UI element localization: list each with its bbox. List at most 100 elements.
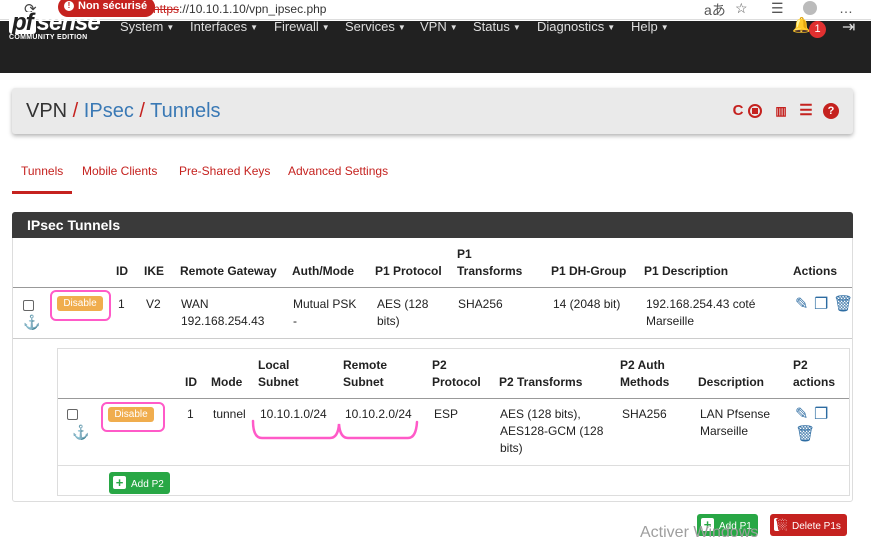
- p2-col-transforms: P2 Transforms: [499, 375, 583, 389]
- menu-firewall[interactable]: Firewall ▼: [274, 19, 330, 34]
- stop-square: [752, 108, 758, 114]
- delete-p1s-label: Delete P1s: [792, 521, 841, 532]
- caret-down-icon: ▼: [397, 23, 406, 32]
- annotation-highlight: [50, 290, 111, 321]
- menu-services[interactable]: Services ▼: [345, 19, 406, 34]
- logo-text: sense: [36, 9, 101, 36]
- menu-label: Diagnostics: [537, 19, 605, 34]
- help-icon[interactable]: ?: [823, 103, 839, 119]
- menu-vpn[interactable]: VPN ▼: [420, 19, 458, 34]
- breadcrumb-ipsec[interactable]: IPsec: [84, 100, 134, 122]
- menu-label: Interfaces: [190, 19, 248, 34]
- header-divider: [13, 287, 852, 288]
- menu-status[interactable]: Status ▼: [473, 19, 521, 34]
- p2-col-description: Description: [698, 375, 765, 389]
- p2-header-divider: [58, 398, 849, 399]
- trash-icon[interactable]: 🗑: [833, 294, 853, 314]
- col-p1-transforms: P1 Transforms: [457, 247, 523, 278]
- menu-help[interactable]: Help ▼: [631, 19, 669, 34]
- tab-mobile-clients[interactable]: Mobile Clients: [82, 164, 157, 178]
- logout-icon[interactable]: ⇥: [842, 17, 855, 37]
- annotation-highlight: [101, 402, 165, 432]
- tab-pre-shared-keys[interactable]: Pre-Shared Keys: [179, 164, 270, 178]
- menu-interfaces[interactable]: Interfaces ▼: [190, 19, 258, 34]
- logo-subtitle: COMMUNITY EDITION: [9, 34, 88, 41]
- p2-col-protocol: P2 Protocol: [432, 358, 481, 389]
- profile-icon[interactable]: [803, 1, 817, 15]
- copy-icon[interactable]: ❐: [814, 404, 828, 424]
- tab-advanced-settings[interactable]: Advanced Settings: [288, 164, 388, 178]
- col-actions: Actions: [793, 264, 838, 278]
- caret-down-icon: ▼: [449, 23, 458, 32]
- caret-down-icon: ▼: [512, 23, 521, 32]
- stop-icon[interactable]: [748, 104, 762, 118]
- menu-label: Services: [345, 19, 395, 34]
- caret-down-icon: ▼: [321, 23, 330, 32]
- active-tab-indicator: [12, 191, 72, 194]
- caret-down-icon: ▼: [607, 23, 616, 32]
- translate-icon[interactable]: aあ: [704, 0, 726, 20]
- p2-col-id: ID: [185, 375, 197, 389]
- caret-down-icon: ▼: [660, 23, 669, 32]
- menu-system[interactable]: System ▼: [120, 19, 174, 34]
- menu-label: Status: [473, 19, 510, 34]
- edit-pencil-icon[interactable]: ✎: [795, 294, 808, 314]
- delete-p1s-button[interactable]: 🗑Delete P1s: [770, 514, 847, 536]
- menu-label: System: [120, 19, 164, 34]
- anchor-icon[interactable]: ⚓: [72, 424, 89, 441]
- logo-pf: pf: [9, 11, 36, 35]
- col-remote-gateway: Remote Gateway: [180, 264, 277, 278]
- p1-id: 1: [118, 297, 125, 311]
- p2-protocol: ESP: [434, 407, 459, 421]
- p2-mode: tunnel: [213, 407, 246, 421]
- p2-description: LAN Pfsense Marseille: [700, 407, 771, 438]
- p2-id: 1: [187, 407, 194, 421]
- caret-down-icon: ▼: [250, 23, 259, 32]
- p2-col-actions: P2 actions: [793, 358, 836, 389]
- restart-icon[interactable]: C: [730, 103, 746, 119]
- tab-tunnels[interactable]: Tunnels: [21, 164, 63, 178]
- p1-description: 192.168.254.43 coté Marseille: [646, 297, 756, 328]
- col-p1-protocol: P1 Protocol: [375, 264, 442, 278]
- pfsense-logo[interactable]: pf sense COMMUNITY EDITION: [9, 9, 101, 42]
- p1-protocol: AES (128 bits): [377, 297, 429, 328]
- menu-label: Help: [631, 19, 658, 34]
- list-icon[interactable]: ☰: [798, 103, 814, 119]
- breadcrumb-tunnels[interactable]: Tunnels: [150, 100, 220, 122]
- caret-down-icon: ▼: [166, 23, 175, 32]
- breadcrumb-vpn: VPN: [26, 100, 68, 122]
- star-icon[interactable]: ☆: [735, 0, 748, 17]
- chart-icon[interactable]: ▥: [773, 103, 789, 119]
- col-ike: IKE: [144, 264, 165, 278]
- more-icon[interactable]: …: [839, 0, 853, 16]
- menu-diagnostics[interactable]: Diagnostics ▼: [537, 19, 615, 34]
- p1-ike: V2: [146, 297, 161, 311]
- add-p2-label: Add P2: [131, 479, 164, 490]
- breadcrumb: VPN / IPsec / Tunnels: [26, 100, 221, 122]
- notification-badge[interactable]: 1: [809, 21, 826, 38]
- p1-row-checkbox[interactable]: [23, 300, 34, 311]
- edit-pencil-icon[interactable]: ✎: [795, 404, 808, 424]
- plus-icon: +: [113, 476, 126, 489]
- menu-label: VPN: [420, 19, 447, 34]
- bell-icon[interactable]: 🔔: [792, 16, 811, 34]
- address-bar[interactable]: https://10.10.1.10/vpn_ipsec.php: [153, 2, 326, 16]
- copy-icon[interactable]: ❐: [814, 294, 828, 314]
- trash-icon: 🗑: [774, 517, 791, 532]
- trash-icon[interactable]: 🗑: [795, 424, 815, 444]
- p1-auth-mode: Mutual PSK -: [293, 297, 357, 328]
- col-auth-mode: Auth/Mode: [292, 264, 354, 278]
- add-p2-button[interactable]: + Add P2: [109, 472, 170, 494]
- p2-col-remote-subnet: Remote Subnet: [343, 358, 388, 389]
- row-divider: [13, 338, 852, 339]
- url-path: ://10.10.1.10/vpn_ipsec.php: [179, 2, 327, 16]
- col-p1-dh-group: P1 DH-Group: [551, 264, 627, 278]
- p1-dh-group: 14 (2048 bit): [553, 297, 621, 311]
- windows-activation-watermark: Activer Windows: [640, 524, 759, 541]
- p2-auth-methods: SHA256: [622, 407, 667, 421]
- p2-col-auth-methods: P2 Auth Methods: [620, 358, 670, 389]
- anchor-icon[interactable]: ⚓: [23, 314, 40, 331]
- col-id: ID: [116, 264, 128, 278]
- favorites-icon[interactable]: ☰: [771, 0, 784, 17]
- p2-row-checkbox[interactable]: [67, 409, 78, 420]
